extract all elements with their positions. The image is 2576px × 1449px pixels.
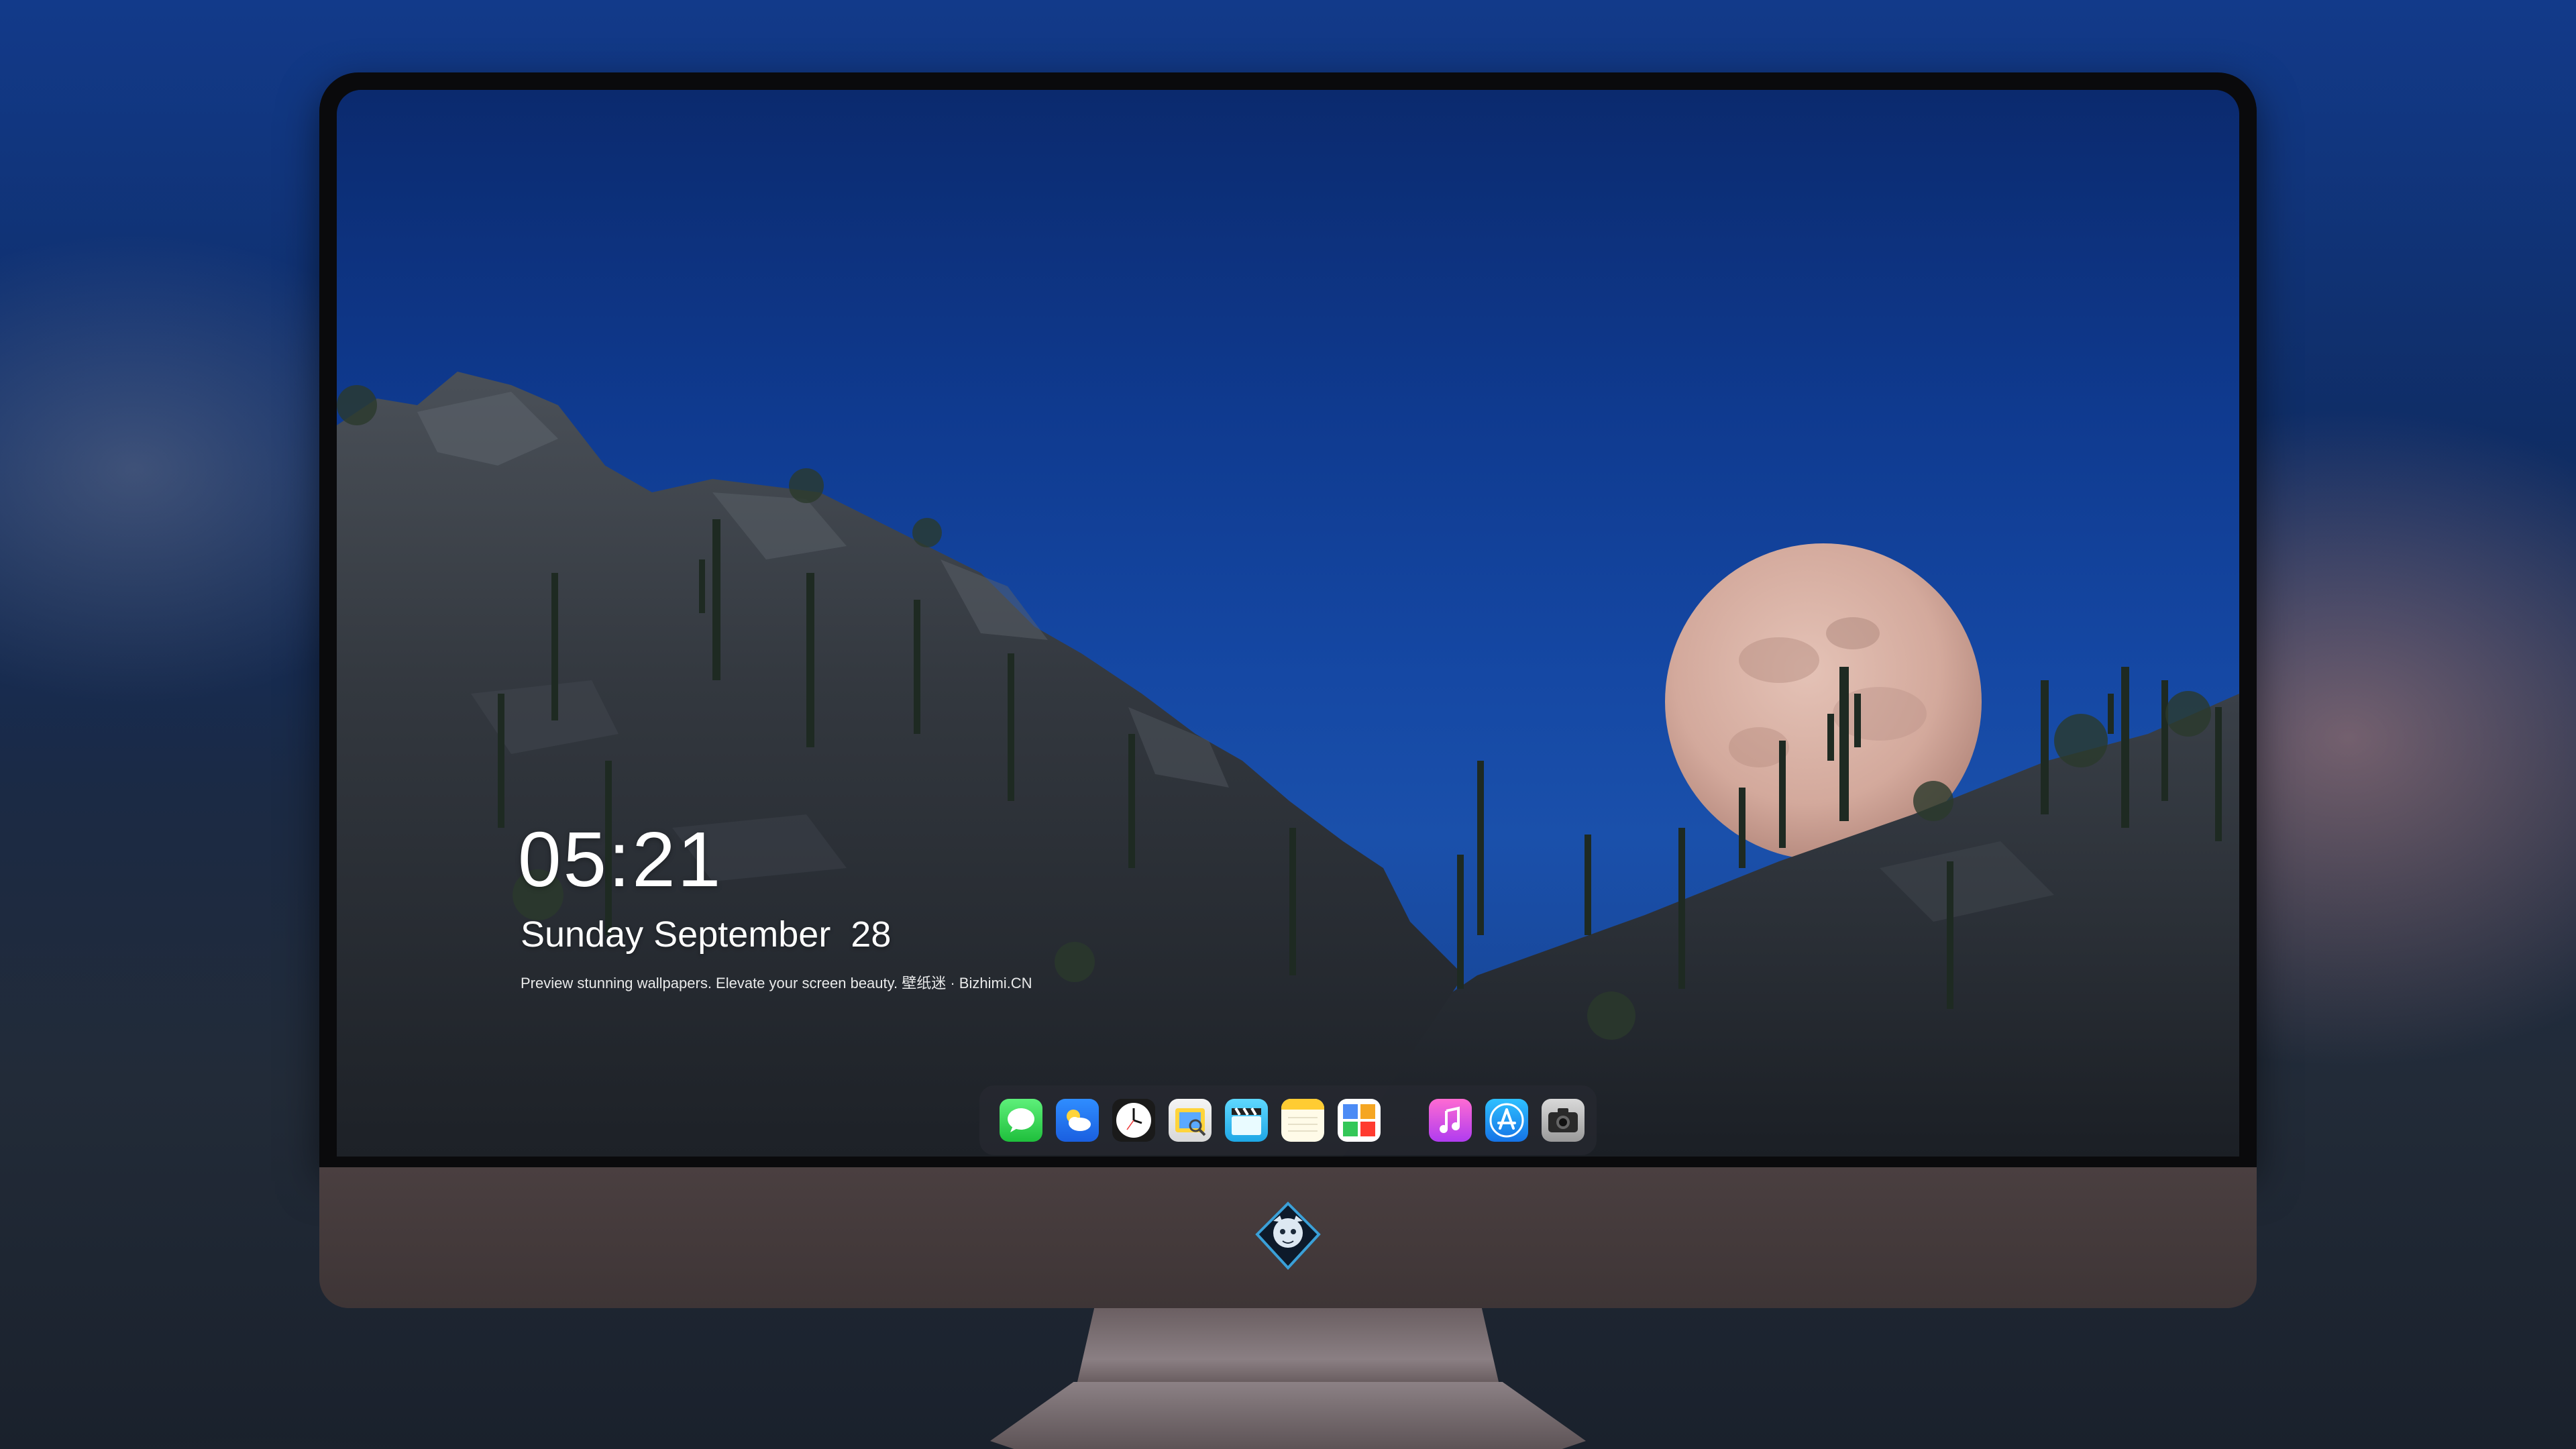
music-icon[interactable] [1429, 1099, 1472, 1142]
preview-icon[interactable] [1169, 1099, 1212, 1142]
lock-date: Sunday September 28 [521, 914, 892, 955]
photo-grid-icon[interactable] [1338, 1099, 1381, 1142]
monitor-stand-foot [990, 1382, 1586, 1449]
notes-icon[interactable] [1281, 1099, 1324, 1142]
clips-icon[interactable] [1225, 1099, 1268, 1142]
lock-clock: 05:21 [518, 816, 723, 903]
dock [979, 1085, 1597, 1155]
app-store-icon[interactable] [1485, 1099, 1528, 1142]
monitor-stand-neck [1077, 1308, 1499, 1382]
left-mountain [337, 372, 1464, 1157]
screen: 05:21 Sunday September 28 Preview stunni… [337, 90, 2239, 1157]
wallpaper-tagline: Preview stunning wallpapers. Elevate you… [521, 975, 1032, 991]
monitor: 05:21 Sunday September 28 Preview stunni… [319, 72, 2257, 1449]
wallpaper-scene [337, 372, 2239, 1157]
weather-icon[interactable] [1056, 1099, 1099, 1142]
messages-icon[interactable] [1000, 1099, 1042, 1142]
brand-logo-icon [1255, 1201, 1321, 1270]
camera-icon[interactable] [1542, 1099, 1585, 1142]
clock-icon[interactable] [1112, 1099, 1155, 1142]
monitor-bezel: 05:21 Sunday September 28 Preview stunni… [319, 72, 2257, 1167]
